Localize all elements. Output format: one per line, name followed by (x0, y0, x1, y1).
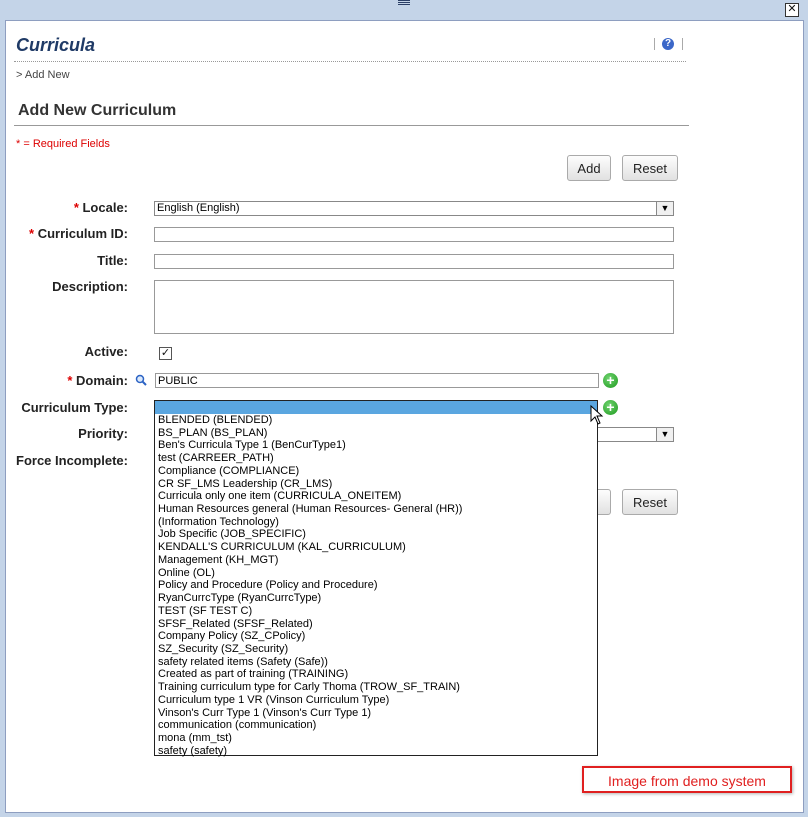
divider (682, 38, 683, 50)
window-drag-handle[interactable] (398, 0, 410, 6)
chevron-down-icon[interactable]: ▼ (656, 202, 673, 215)
domain-label: * Domain: (67, 373, 128, 388)
curriculum-type-option[interactable]: KENDALL'S CURRICULUM (KAL_CURRICULUM) (155, 541, 597, 554)
locale-value: English (English) (157, 202, 240, 214)
curriculum-type-option[interactable]: Curricula only one item (CURRICULA_ONEIT… (155, 490, 597, 503)
section-title: Add New Curriculum (18, 102, 177, 119)
curricula-panel: Curricula ? > Add New Add New Curriculum… (5, 20, 804, 813)
curriculum-id-label: * Curriculum ID: (29, 226, 128, 241)
priority-select[interactable]: ▼ (598, 427, 674, 442)
curriculum-type-option[interactable]: communication (communication) (155, 719, 597, 732)
curriculum-type-option[interactable]: RyanCurrcType (RyanCurrcType) (155, 592, 597, 605)
curriculum-type-option[interactable]: Online (OL) (155, 567, 597, 580)
active-checkbox[interactable]: ✓ (159, 347, 172, 360)
domain-input[interactable] (155, 373, 599, 388)
page-title: Curricula (16, 35, 96, 55)
curriculum-type-options: BLENDED (BLENDED) BS_PLAN (BS_PLAN) Ben's … (155, 414, 597, 757)
active-label: Active: (84, 344, 128, 359)
curriculum-type-option[interactable]: mona (mm_tst) (155, 732, 597, 745)
curriculum-type-option[interactable]: Compliance (COMPLIANCE) (155, 465, 597, 478)
curriculum-type-option[interactable]: safety related items (Safety (Safe)) (155, 656, 597, 669)
force-incomplete-label: Force Incomplete: (16, 453, 128, 468)
checkmark-icon: ✓ (160, 347, 171, 359)
curriculum-type-option[interactable]: Human Resources general (Human Resources… (155, 503, 597, 516)
add-button[interactable]: Add (567, 155, 611, 181)
breadcrumb[interactable]: > Add New (16, 69, 70, 81)
reset-button-bottom[interactable]: Reset (622, 489, 678, 515)
description-label: Description: (52, 279, 128, 294)
locale-label: * Locale: (73, 200, 128, 215)
curriculum-type-option[interactable]: BLENDED (BLENDED) (155, 414, 597, 427)
add-domain-plus-icon[interactable]: + (603, 373, 618, 388)
curriculum-type-option[interactable]: (Information Technology) (155, 516, 597, 529)
curriculum-type-option[interactable]: Vinson's Curr Type 1 (Vinson's Curr Type… (155, 707, 597, 720)
required-fields-note: * = Required Fields (16, 138, 110, 150)
curriculum-type-option[interactable]: Job Specific (JOB_SPECIFIC) (155, 528, 597, 541)
divider (654, 38, 655, 50)
curriculum-type-option[interactable]: Policy and Procedure (Policy and Procedu… (155, 579, 597, 592)
curriculum-type-option[interactable]: Ben's Curricula Type 1 (BenCurType1) (155, 439, 597, 452)
curriculum-type-option[interactable]: SZ_Security (SZ_Security) (155, 643, 597, 656)
title-label: Title: (97, 253, 128, 268)
curriculum-type-option[interactable]: safety (safety) (155, 745, 597, 758)
curriculum-type-option[interactable]: Management (KH_MGT) (155, 554, 597, 567)
magnifier-icon[interactable] (135, 374, 147, 386)
close-icon[interactable]: ✕ (785, 3, 799, 17)
curriculum-type-option[interactable]: test (CARREER_PATH) (155, 452, 597, 465)
curriculum-type-label: Curriculum Type: (21, 400, 128, 415)
chevron-down-icon[interactable]: ▼ (656, 428, 673, 441)
curriculum-type-option[interactable]: SFSF_Related (SFSF_Related) (155, 618, 597, 631)
section-divider (14, 125, 689, 126)
curriculum-type-option[interactable]: BS_PLAN (BS_PLAN) (155, 427, 597, 440)
locale-select[interactable]: English (English) ▼ (154, 201, 674, 216)
curriculum-type-option[interactable]: Training curriculum type for Carly Thoma… (155, 681, 597, 694)
curriculum-type-option[interactable]: CR SF_LMS Leadership (CR_LMS) (155, 478, 597, 491)
priority-label: Priority: (78, 426, 128, 441)
curriculum-type-option[interactable]: Company Policy (SZ_CPolicy) (155, 630, 597, 643)
description-textarea[interactable] (154, 280, 674, 334)
add-curriculum-type-plus-icon[interactable]: + (603, 400, 618, 415)
mouse-cursor-icon (590, 405, 604, 425)
dropdown-highlighted-option[interactable] (155, 401, 597, 414)
curriculum-type-option[interactable]: Created as part of training (TRAINING) (155, 668, 597, 681)
dotted-divider (14, 61, 686, 62)
reset-button[interactable]: Reset (622, 155, 678, 181)
curriculum-id-input[interactable] (154, 227, 674, 242)
demo-system-badge: Image from demo system (582, 766, 792, 793)
curriculum-type-option[interactable]: Curriculum type 1 VR (Vinson Curriculum … (155, 694, 597, 707)
curriculum-type-dropdown-list[interactable]: BLENDED (BLENDED) BS_PLAN (BS_PLAN) Ben's … (154, 400, 598, 757)
help-icon[interactable]: ? (662, 38, 674, 50)
curriculum-type-option[interactable]: TEST (SF TEST C) (155, 605, 597, 618)
title-input[interactable] (154, 254, 674, 269)
